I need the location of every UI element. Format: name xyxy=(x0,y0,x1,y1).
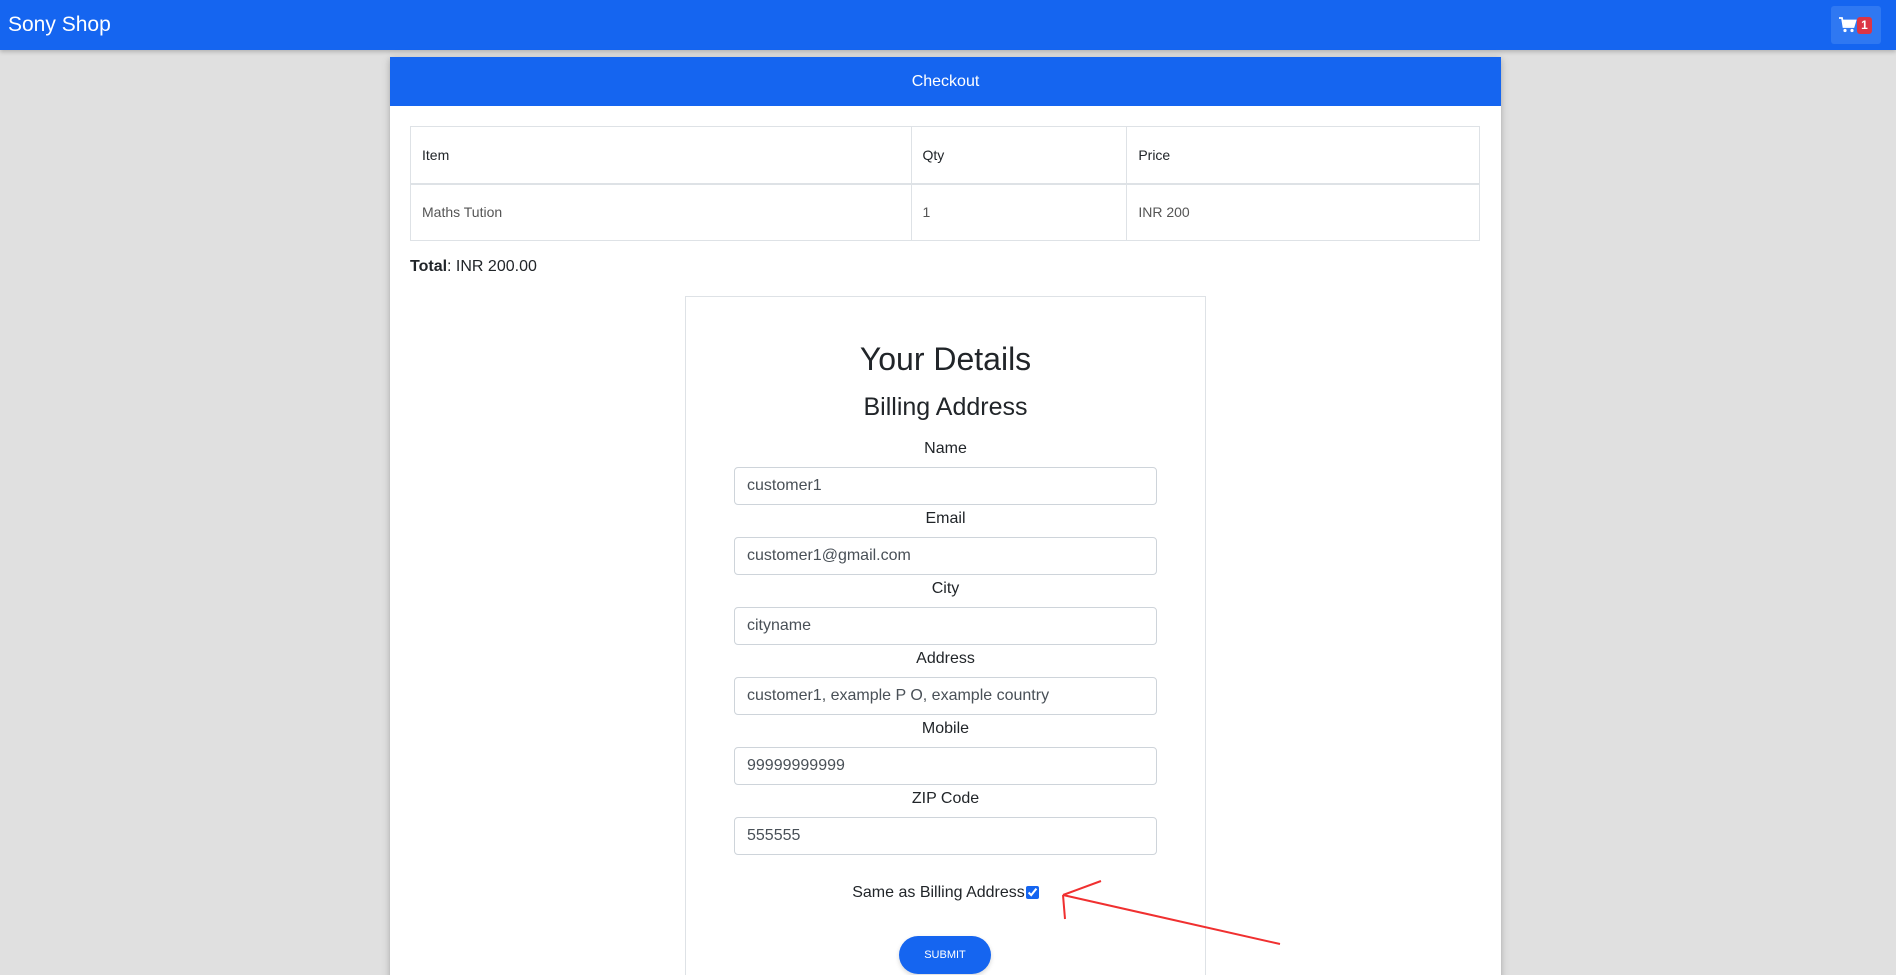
column-header-item: Item xyxy=(410,126,912,185)
red-arrow-annotation xyxy=(1062,880,1281,945)
top-navbar: Sony Shop 1 xyxy=(0,0,1896,50)
email-label: Email xyxy=(925,510,966,527)
mobile-label: Mobile xyxy=(921,720,970,737)
cart-count-badge: 1 xyxy=(1857,17,1872,34)
total-value: : INR 200.00 xyxy=(447,258,537,275)
total-label: Total xyxy=(410,258,448,275)
billing-address-title: Billing Address xyxy=(863,393,1028,421)
column-header-price: Price xyxy=(1126,126,1480,185)
table-header-row: Item Qty Price xyxy=(410,126,1480,185)
checkout-header: Checkout xyxy=(390,57,1501,106)
email-field[interactable] xyxy=(734,537,1157,575)
submit-button[interactable]: SUBMIT xyxy=(899,936,991,974)
zip-code-label: ZIP Code xyxy=(911,790,980,807)
cell-price: INR 200 xyxy=(1126,183,1480,241)
order-total: Total: INR 200.00 xyxy=(410,258,537,276)
city-field[interactable] xyxy=(734,607,1157,645)
name-field[interactable] xyxy=(734,467,1157,505)
same-as-billing-label: Same as Billing Address xyxy=(852,884,1025,901)
brand-logo[interactable]: Sony Shop xyxy=(8,13,111,37)
column-header-qty: Qty xyxy=(910,126,1128,185)
shopping-cart-icon xyxy=(1839,17,1857,33)
city-label: City xyxy=(931,580,960,597)
details-title: Your Details xyxy=(859,341,1032,377)
details-form: Your Details Billing Address Name Email … xyxy=(685,296,1206,975)
same-as-billing-checkbox[interactable] xyxy=(1025,886,1039,900)
zip-code-field[interactable] xyxy=(734,817,1157,855)
cart-table: Item Qty Price Maths Tution 1 INR 200 xyxy=(410,126,1480,241)
mobile-field[interactable] xyxy=(734,747,1157,785)
address-field[interactable] xyxy=(734,677,1157,715)
checkout-card: Checkout Item Qty Price Maths Tution 1 I… xyxy=(390,57,1501,975)
name-label: Name xyxy=(924,440,967,457)
cart-button[interactable]: 1 xyxy=(1831,6,1881,44)
table-row: Maths Tution 1 INR 200 xyxy=(410,183,1480,241)
address-label: Address xyxy=(916,650,975,667)
cell-item: Maths Tution xyxy=(410,183,912,241)
cell-qty: 1 xyxy=(910,183,1128,241)
